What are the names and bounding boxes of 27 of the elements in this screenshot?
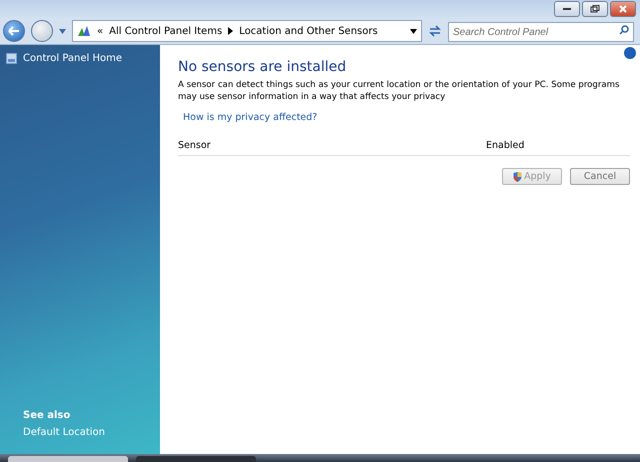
- page-heading: No sensors are installed: [178, 59, 348, 75]
- control-panel-home-link[interactable]: Control Panel Home: [0, 53, 160, 64]
- control-panel-icon: [6, 53, 17, 64]
- address-bar[interactable]: « All Control Panel Items Location and Other Sensors: [72, 20, 422, 42]
- restore-button[interactable]: [582, 1, 608, 17]
- cancel-button[interactable]: Cancel: [570, 168, 630, 185]
- search-icon[interactable]: [619, 24, 629, 35]
- close-icon: [618, 5, 628, 13]
- description-text: A sensor can detect things such as your current location or the orientation of your PC. Some programs may use sensor information in a way that affects your privacy: [178, 79, 621, 103]
- breadcrumb-item[interactable]: All Control Panel Items: [109, 26, 222, 36]
- minimize-icon: [562, 7, 572, 11]
- breadcrumb-item[interactable]: Location and Other Sensors: [239, 26, 378, 36]
- control-panel-icon: [77, 25, 91, 37]
- privacy-link[interactable]: How is my privacy affected?: [183, 112, 318, 123]
- sensor-table-header: Sensor Enabled: [178, 140, 630, 156]
- minimize-button[interactable]: [554, 1, 580, 17]
- search-field[interactable]: Search Control Panel: [448, 22, 634, 42]
- caret-icon[interactable]: [59, 28, 66, 34]
- chevron-icon[interactable]: [228, 27, 234, 35]
- forward-button[interactable]: [31, 20, 53, 42]
- close-button[interactable]: [610, 1, 636, 17]
- see-also-heading: See also: [23, 410, 72, 421]
- refresh-icon[interactable]: [428, 25, 442, 37]
- restore-icon: [590, 5, 600, 13]
- back-arrow-icon: [8, 26, 20, 36]
- dropdown-icon[interactable]: [410, 28, 417, 34]
- back-button[interactable]: [3, 20, 25, 42]
